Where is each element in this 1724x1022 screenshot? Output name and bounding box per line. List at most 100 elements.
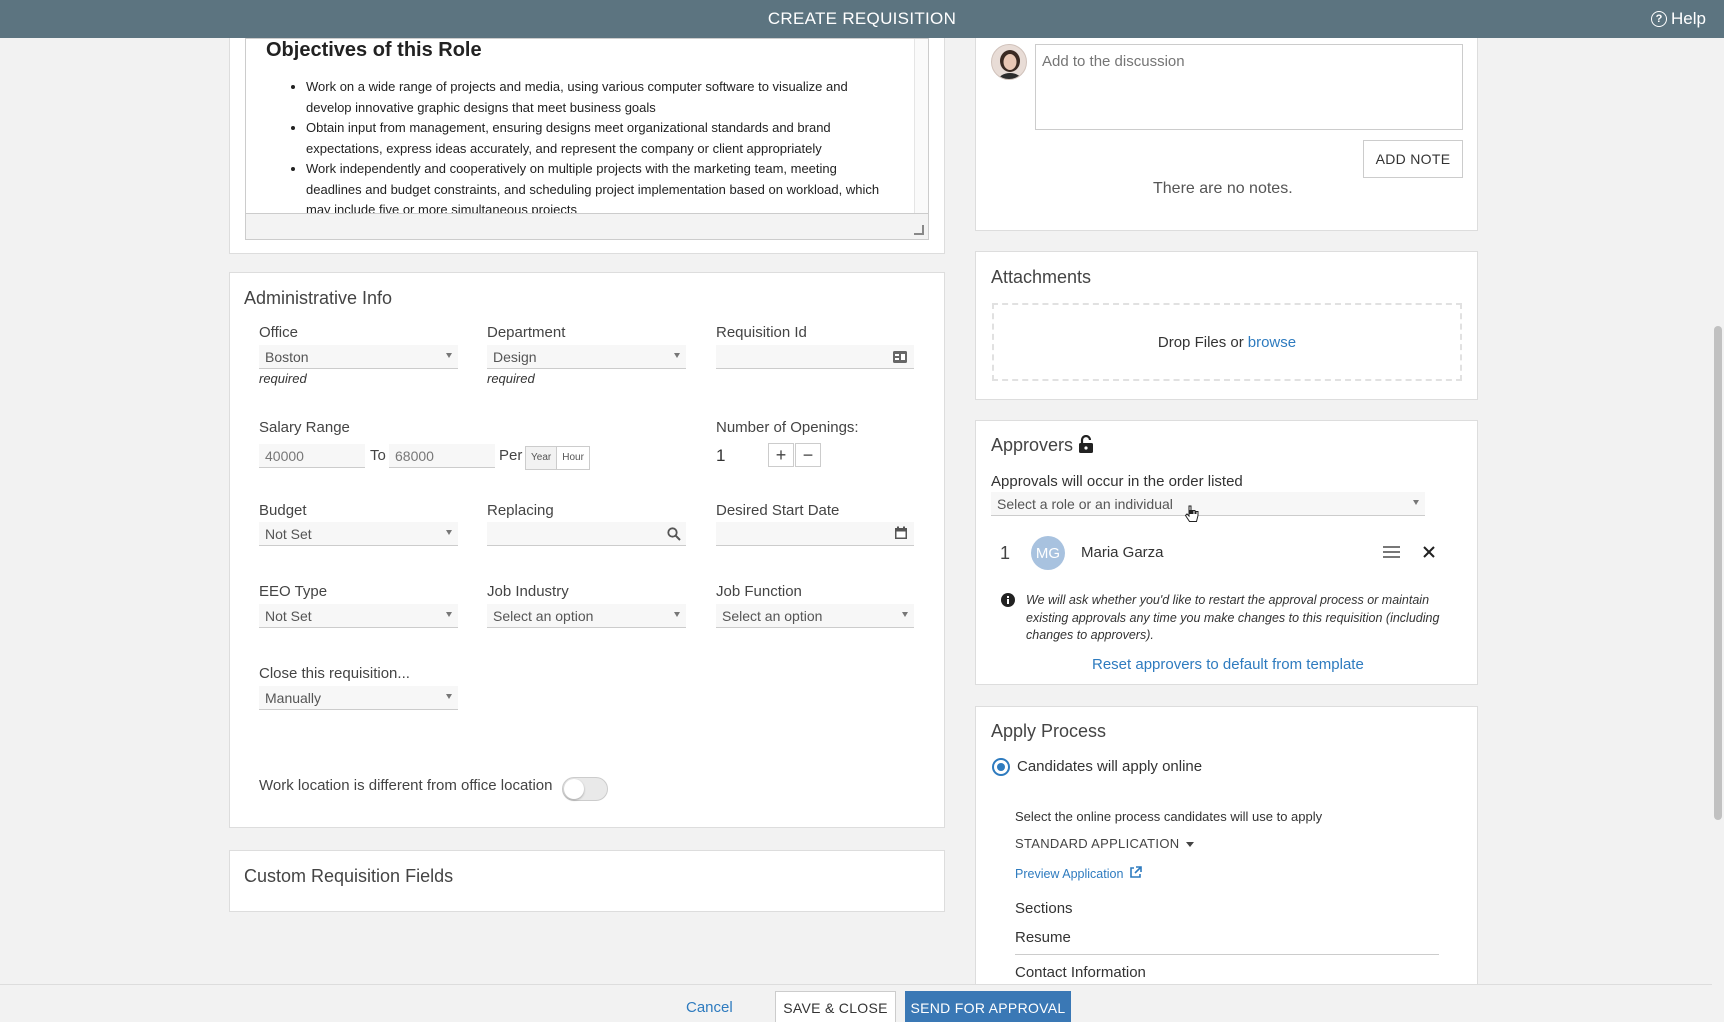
caret-down-icon bbox=[902, 612, 908, 617]
resize-handle-icon[interactable] bbox=[914, 225, 924, 235]
salary-per-label: Per bbox=[499, 447, 523, 464]
replacing-label: Replacing bbox=[487, 502, 554, 519]
department-required-hint: required bbox=[487, 371, 535, 386]
user-avatar bbox=[991, 44, 1027, 80]
openings-decrement-button[interactable]: − bbox=[795, 443, 821, 467]
eeo-type-select[interactable]: Not Set bbox=[259, 604, 458, 628]
custom-fields-panel: Custom Requisition Fields bbox=[229, 850, 945, 912]
section-item: Resume bbox=[1015, 929, 1071, 946]
close-requisition-label: Close this requisition... bbox=[259, 665, 410, 682]
sections-label: Sections bbox=[1015, 900, 1073, 917]
department-label: Department bbox=[487, 324, 566, 341]
apply-online-radio[interactable] bbox=[992, 758, 1010, 776]
approver-avatar: MG bbox=[1031, 536, 1065, 570]
note-input[interactable] bbox=[1035, 44, 1463, 130]
job-industry-label: Job Industry bbox=[487, 583, 569, 600]
approver-index: 1 bbox=[1000, 543, 1011, 563]
application-dropdown[interactable]: STANDARD APPLICATION bbox=[1015, 836, 1195, 851]
salary-period-toggle[interactable]: Year Hour bbox=[525, 446, 590, 470]
approval-order-text: Approvals will occur in the order listed bbox=[991, 473, 1243, 490]
budget-label: Budget bbox=[259, 502, 307, 519]
file-dropzone[interactable]: Drop Files or browse bbox=[992, 303, 1462, 381]
work-location-label: Work location is different from office l… bbox=[259, 777, 553, 794]
mouse-pointer-icon bbox=[1184, 505, 1199, 522]
cancel-button[interactable]: Cancel bbox=[686, 999, 733, 1016]
toggle-knob bbox=[564, 779, 584, 799]
caret-down-icon bbox=[446, 694, 452, 699]
remove-approver-icon[interactable] bbox=[1423, 546, 1435, 558]
caret-down-icon bbox=[1186, 842, 1195, 848]
info-icon bbox=[1001, 593, 1015, 607]
salary-from-input[interactable]: 40000 bbox=[259, 444, 365, 468]
caret-down-icon bbox=[446, 612, 452, 617]
requisition-id-label: Requisition Id bbox=[716, 324, 807, 341]
job-industry-select[interactable]: Select an option bbox=[487, 604, 686, 628]
section-item: Contact Information bbox=[1015, 964, 1146, 981]
panel-title: Administrative Info bbox=[244, 288, 393, 308]
panel-title: Custom Requisition Fields bbox=[244, 866, 454, 886]
editor-heading: Objectives of this Role bbox=[266, 39, 482, 61]
section-divider bbox=[1015, 954, 1439, 955]
add-note-button[interactable]: ADD NOTE bbox=[1363, 140, 1463, 178]
eeo-type-label: EEO Type bbox=[259, 583, 328, 600]
department-select[interactable]: Design bbox=[487, 345, 686, 369]
page-scrollbar-thumb[interactable] bbox=[1714, 326, 1722, 820]
approval-info-text: We will ask whether you'd like to restar… bbox=[1026, 593, 1440, 642]
caret-down-icon bbox=[446, 353, 452, 358]
editor-bullet: Work on a wide range of projects and med… bbox=[306, 77, 886, 118]
requisition-id-input[interactable] bbox=[716, 345, 914, 369]
drag-handle-icon[interactable] bbox=[1383, 545, 1400, 559]
approver-name: Maria Garza bbox=[1081, 544, 1164, 561]
office-required-hint: required bbox=[259, 371, 307, 386]
save-close-button[interactable]: SAVE & CLOSE bbox=[775, 991, 896, 1022]
radio-dot bbox=[997, 763, 1005, 771]
job-function-select[interactable]: Select an option bbox=[716, 604, 914, 628]
external-link-icon bbox=[1130, 866, 1142, 878]
office-select[interactable]: Boston bbox=[259, 345, 458, 369]
search-icon[interactable] bbox=[667, 527, 681, 541]
period-year-option[interactable]: Year bbox=[526, 447, 557, 469]
reset-approvers-link[interactable]: Reset approvers to default from template bbox=[1092, 656, 1364, 673]
send-for-approval-button[interactable]: SEND FOR APPROVAL bbox=[905, 991, 1071, 1022]
page-title: CREATE REQUISITION bbox=[767, 9, 957, 28]
approver-select[interactable]: Select a role or an individual bbox=[991, 492, 1425, 516]
start-date-label: Desired Start Date bbox=[716, 502, 840, 519]
openings-value: 1 bbox=[716, 446, 726, 465]
close-requisition-select[interactable]: Manually bbox=[259, 686, 458, 710]
id-generator-icon[interactable] bbox=[892, 349, 908, 365]
calendar-icon[interactable] bbox=[894, 526, 908, 540]
apply-online-label: Candidates will apply online bbox=[1017, 758, 1203, 775]
salary-to-label: To bbox=[370, 447, 386, 464]
top-bar: CREATE REQUISITION ? Help bbox=[0, 0, 1724, 38]
salary-to-input[interactable]: 68000 bbox=[389, 444, 495, 468]
start-date-input[interactable] bbox=[716, 522, 914, 546]
help-label: Help bbox=[1671, 9, 1706, 28]
office-label: Office bbox=[259, 324, 298, 341]
openings-increment-button[interactable]: + bbox=[768, 443, 794, 467]
editor-scrollbar[interactable] bbox=[914, 39, 928, 213]
caret-down-icon bbox=[674, 353, 680, 358]
editor-bullet: Obtain input from management, ensuring d… bbox=[306, 118, 886, 159]
editor-bullet-list: Work on a wide range of projects and med… bbox=[306, 77, 886, 221]
approvers-title: Approvers bbox=[991, 435, 1074, 455]
budget-select[interactable]: Not Set bbox=[259, 522, 458, 546]
openings-label: Number of Openings: bbox=[716, 419, 859, 436]
caret-down-icon bbox=[1413, 500, 1419, 505]
help-link[interactable]: ? Help bbox=[1651, 9, 1706, 29]
caret-down-icon bbox=[674, 612, 680, 617]
apply-process-title: Apply Process bbox=[991, 721, 1107, 741]
work-location-toggle[interactable] bbox=[562, 777, 608, 801]
dropzone-text: Drop Files or bbox=[1157, 333, 1244, 351]
preview-application-link[interactable]: Preview Application bbox=[1015, 866, 1142, 881]
job-function-label: Job Function bbox=[716, 583, 802, 600]
caret-down-icon bbox=[446, 530, 452, 535]
empty-notes-text: There are no notes. bbox=[1153, 180, 1293, 197]
replacing-input[interactable] bbox=[487, 522, 686, 546]
description-editor[interactable]: Objectives of this Role Work on a wide r… bbox=[245, 38, 929, 240]
apply-process-instruction: Select the online process candidates wil… bbox=[1015, 809, 1323, 824]
browse-link[interactable]: browse bbox=[1248, 334, 1296, 351]
salary-range-label: Salary Range bbox=[259, 419, 350, 436]
period-hour-option[interactable]: Hour bbox=[556, 447, 589, 469]
unlock-icon[interactable] bbox=[1078, 435, 1094, 454]
panel-title: Attachments bbox=[991, 267, 1092, 287]
